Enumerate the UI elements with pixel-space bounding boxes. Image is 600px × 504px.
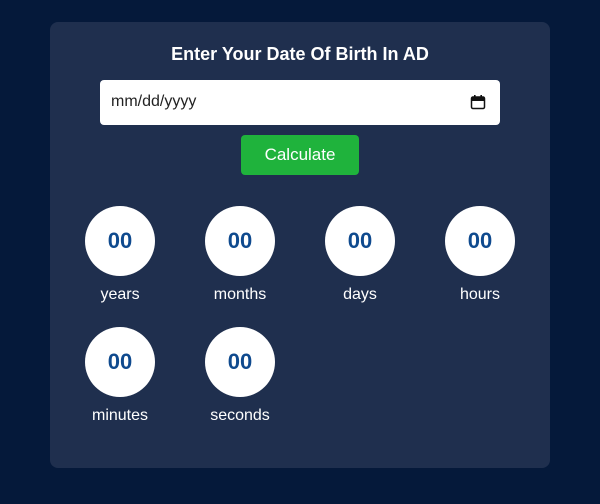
counter-value: 00 <box>205 206 275 276</box>
counter-seconds: 00 seconds <box>180 327 300 426</box>
counter-value: 00 <box>85 327 155 397</box>
counter-hours: 00 hours <box>420 206 540 305</box>
counter-value: 00 <box>205 327 275 397</box>
counter-label: seconds <box>210 407 270 424</box>
counter-minutes: 00 minutes <box>60 327 180 426</box>
calculate-button[interactable]: Calculate <box>241 135 359 175</box>
counter-label: minutes <box>91 407 149 424</box>
counter-value: 00 <box>325 206 395 276</box>
date-input-placeholder: mm/dd/yyyy <box>111 93 197 110</box>
card-title: Enter Your Date Of Birth In AD <box>171 44 429 64</box>
counter-days: 00 days <box>300 206 420 305</box>
date-of-birth-input[interactable]: mm/dd/yyyy <box>100 80 500 125</box>
calendar-icon[interactable] <box>470 94 486 110</box>
counter-months: 00 months <box>180 206 300 305</box>
counter-label: days <box>343 286 377 303</box>
age-calculator-card: Enter Your Date Of Birth In AD mm/dd/yyy… <box>50 22 550 468</box>
counter-years: 00 years <box>60 206 180 305</box>
counter-value: 00 <box>85 206 155 276</box>
counter-label: hours <box>459 286 501 303</box>
counter-value: 00 <box>445 206 515 276</box>
counter-label: months <box>213 286 267 303</box>
counter-label: years <box>100 286 140 303</box>
